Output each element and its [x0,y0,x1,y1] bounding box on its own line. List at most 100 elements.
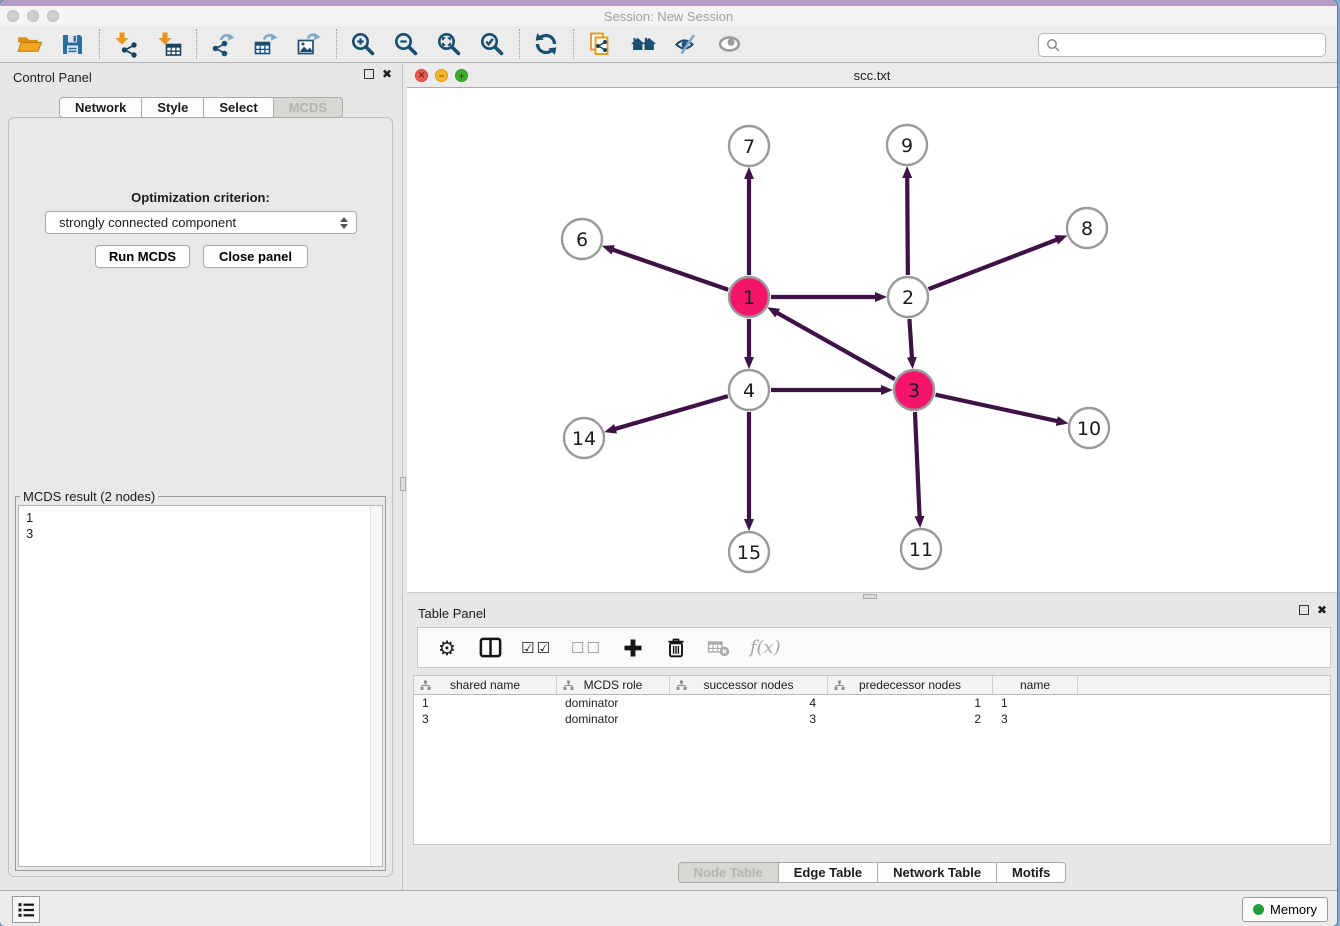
app-titlebar: Session: New Session [0,6,1337,26]
node-9[interactable]: 9 [887,125,927,165]
tab-select[interactable]: Select [204,97,273,118]
function-builder-button[interactable]: f(x) [750,634,781,662]
task-history-button[interactable] [12,896,40,923]
node-2[interactable]: 2 [888,277,928,317]
tab-style[interactable]: Style [142,97,204,118]
node-4[interactable]: 4 [729,370,769,410]
result-scrollbar[interactable] [370,506,382,866]
apply-layout-button[interactable] [525,27,568,61]
export-network-button[interactable] [202,27,245,61]
table-cell[interactable]: 2 [828,711,993,727]
import-table-button[interactable] [148,27,191,61]
column-header-shared-name[interactable]: shared name [414,676,557,694]
tab-node-table[interactable]: Node Table [678,862,779,883]
svg-text:8: 8 [1081,218,1093,240]
control-panel: Control Panel ✖ NetworkStyleSelectMCDS O… [0,64,403,890]
table-cell[interactable]: 3 [414,711,557,727]
select-all-button[interactable]: ☑☑ [521,634,552,662]
save-icon [59,31,86,58]
memory-status-icon [1253,904,1264,915]
node-table: shared nameMCDS rolesuccessor nodes prede… [413,675,1331,845]
edge-4-14[interactable] [615,396,728,429]
network-canvas[interactable]: 1 2 3 4 6 7 8 9 10 11 14 15 [407,88,1337,592]
search-box [1038,33,1326,57]
table-cell[interactable]: 3 [670,711,828,727]
table-cell[interactable]: 4 [670,695,828,711]
close-panel-button[interactable]: Close panel [203,245,308,268]
node-6[interactable]: 6 [562,219,602,259]
horizontal-splitter[interactable] [407,592,1337,600]
zoom-in-button[interactable] [342,27,385,61]
import-network-button[interactable] [105,27,148,61]
delete-table-button[interactable] [707,634,731,662]
mcds-result-box[interactable]: 13 [18,505,383,867]
node-8[interactable]: 8 [1067,208,1107,248]
table-settings-button[interactable]: ⚙ [435,634,459,662]
column-label: predecessor nodes [859,678,961,692]
open-session-button[interactable] [8,27,51,61]
table-row[interactable]: 1dominator411 [414,695,1330,711]
node-7[interactable]: 7 [729,126,769,166]
node-3[interactable]: 3 [894,370,934,410]
table-cell[interactable]: 1 [828,695,993,711]
float-table-panel-icon[interactable] [1299,605,1309,615]
memory-button[interactable]: Memory [1242,897,1328,922]
hide-network-button[interactable] [665,27,708,61]
show-network-button[interactable] [708,27,751,61]
optimization-criterion-label: Optimization criterion: [9,190,392,205]
delete-column-button[interactable] [664,634,688,662]
tab-network[interactable]: Network [59,97,142,118]
network-maximize-button[interactable]: + [455,69,468,82]
table-cell[interactable]: dominator [557,695,670,711]
tab-motifs[interactable]: Motifs [997,862,1066,883]
close-table-panel-icon[interactable]: ✖ [1317,605,1327,615]
edge-2-3[interactable] [909,319,912,358]
table-panel-header: Table Panel ✖ [407,600,1337,626]
node-1[interactable]: 1 [729,277,769,317]
edge-2-9[interactable] [907,177,908,275]
duplicate-network-button[interactable] [579,27,622,61]
node-11[interactable]: 11 [901,529,941,569]
close-panel-icon[interactable]: ✖ [382,69,392,79]
export-table-button[interactable] [245,27,288,61]
add-column-button[interactable] [621,634,645,662]
mcds-result-title: MCDS result (2 nodes) [20,489,158,504]
edge-1-6[interactable] [612,249,728,289]
column-header-predecessor-nodes[interactable]: predecessor nodes [828,676,993,694]
optimization-criterion-dropdown[interactable]: strongly connected component [45,211,357,234]
zoom-out-button[interactable] [385,27,428,61]
run-mcds-button[interactable]: Run MCDS [95,245,190,268]
edge-2-8[interactable] [929,240,1058,290]
zoom-selected-button[interactable] [471,27,514,61]
edge-3-10[interactable] [935,395,1057,422]
tab-network-table[interactable]: Network Table [878,862,997,883]
edge-3-11[interactable] [915,412,920,517]
column-header-MCDS-role[interactable]: MCDS role [557,676,670,694]
splitter-handle[interactable] [863,594,877,599]
export-image-button[interactable] [288,27,331,61]
vertical-splitter-handle[interactable] [400,477,406,491]
node-14[interactable]: 14 [564,418,604,458]
node-15[interactable]: 15 [729,532,769,572]
node-10[interactable]: 10 [1069,408,1109,448]
tab-edge-table[interactable]: Edge Table [779,862,878,883]
network-minimize-button[interactable]: − [435,69,448,82]
save-session-button[interactable] [51,27,94,61]
home-button[interactable] [622,27,665,61]
search-input[interactable] [1065,38,1318,52]
edge-3-1[interactable] [777,313,895,379]
float-panel-icon[interactable] [364,69,374,79]
tab-mcds[interactable]: MCDS [274,97,343,118]
table-cell[interactable]: 1 [414,695,557,711]
network-close-button[interactable]: ✕ [415,69,428,82]
zoom-fit-button[interactable] [428,27,471,61]
column-header-name[interactable]: name [993,676,1078,694]
table-cell[interactable]: dominator [557,711,670,727]
table-cell[interactable]: 3 [993,711,1078,727]
table-row[interactable]: 3dominator323 [414,711,1330,727]
show-columns-button[interactable] [478,634,502,662]
zoom-selected-icon [479,31,506,58]
deselect-all-button[interactable]: ☐☐ [571,634,602,662]
table-cell[interactable]: 1 [993,695,1078,711]
column-header-successor-nodes[interactable]: successor nodes [670,676,828,694]
